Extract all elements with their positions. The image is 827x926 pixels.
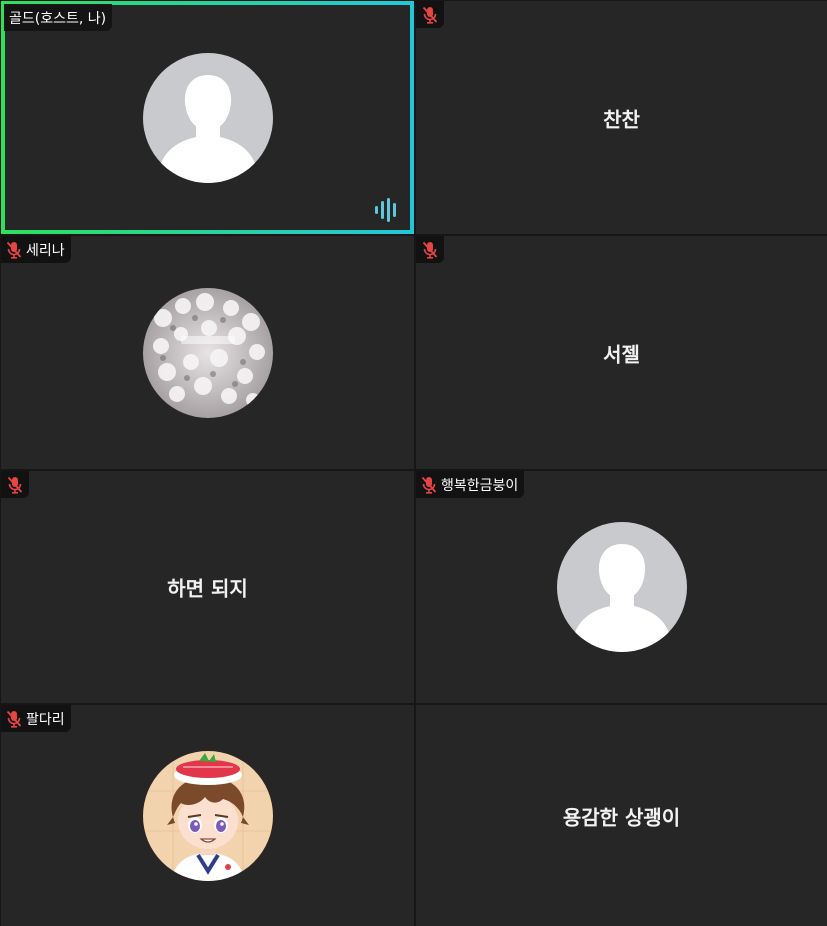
participant-name-tag <box>416 236 444 263</box>
participant-name: 찬찬 <box>603 107 640 131</box>
default-person-icon <box>142 52 273 183</box>
video-grid: 골드(호스트, 나) 찬찬 세리나 서젤 하면 되지 행복한금붕이 팔다리 용감… <box>0 0 827 926</box>
participant-name-tag <box>416 1 444 28</box>
cherry-blossom-photo-icon <box>142 287 273 418</box>
audio-level-icon <box>375 198 396 222</box>
mic-muted-icon <box>6 241 22 259</box>
avatar <box>142 52 273 183</box>
avatar <box>556 522 687 652</box>
participant-tile[interactable]: 서젤 <box>416 236 827 469</box>
avatar <box>142 287 273 418</box>
participant-tile[interactable]: 세리나 <box>1 236 414 469</box>
mic-muted-icon <box>7 476 23 494</box>
avatar <box>142 750 273 881</box>
participant-name: 골드(호스트, 나) <box>9 10 107 27</box>
mic-muted-icon <box>422 241 438 259</box>
participant-name: 서젤 <box>603 342 640 366</box>
participant-name-tag: 팔다리 <box>1 705 71 732</box>
participant-tile-host[interactable]: 골드(호스트, 나) <box>1 1 414 234</box>
participant-name-tag <box>1 471 29 498</box>
cartoon-sushi-boy-icon <box>142 750 273 881</box>
participant-tile[interactable]: 하면 되지 <box>1 471 414 703</box>
participant-name-tag: 골드(호스트, 나) <box>4 4 113 31</box>
participant-name-tag: 세리나 <box>1 236 71 263</box>
participant-name: 용감한 상괭이 <box>562 805 681 829</box>
participant-name: 행복한금붕이 <box>441 477 519 494</box>
mic-muted-icon <box>421 476 437 494</box>
mic-muted-icon <box>6 710 22 728</box>
mic-muted-icon <box>422 6 438 24</box>
participant-tile[interactable]: 찬찬 <box>416 1 827 234</box>
participant-tile[interactable]: 팔다리 <box>1 705 414 926</box>
participant-name: 하면 되지 <box>167 576 248 601</box>
participant-tile[interactable]: 행복한금붕이 <box>416 471 827 703</box>
participant-name: 팔다리 <box>26 711 65 728</box>
default-person-icon <box>556 522 687 652</box>
participant-tile[interactable]: 용감한 상괭이 <box>416 705 827 926</box>
participant-name: 세리나 <box>26 242 65 259</box>
participant-name-tag: 행복한금붕이 <box>416 471 525 498</box>
